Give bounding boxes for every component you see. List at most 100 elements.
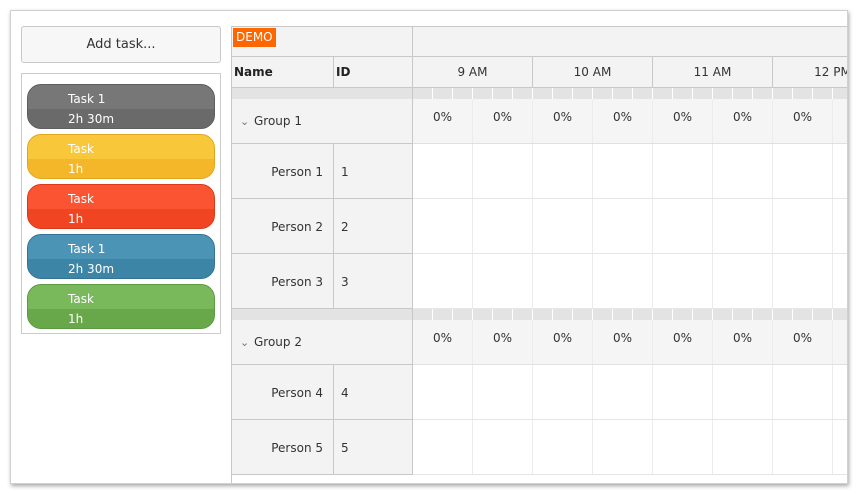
group-load-row: 0% 0% 0% 0% 0% 0% 0% — [413, 320, 847, 365]
group-load-row: 0% 0% 0% 0% 0% 0% 0% — [413, 99, 847, 144]
group-row-header[interactable]: ⌄ Group 1 — [232, 99, 413, 144]
separator-cell — [573, 309, 593, 320]
app-window: Add task... Task 1 2h 30m Task 1h Task 1h Task… — [10, 10, 848, 484]
resource-name: Person 3 — [232, 254, 334, 309]
resource-name: Person 1 — [232, 144, 334, 199]
separator-cell — [713, 309, 733, 320]
resource-timeline-row[interactable] — [413, 199, 847, 254]
separator-cell — [693, 309, 713, 320]
separator-cell — [493, 88, 513, 99]
separator-cell — [433, 88, 453, 99]
draggable-task[interactable]: Task 1 2h 30m — [27, 84, 215, 129]
separator-cell — [793, 309, 813, 320]
task-name: Task 1 — [28, 85, 214, 109]
resource-id: 3 — [334, 254, 413, 309]
separator-cell — [473, 88, 493, 99]
task-duration: 1h — [28, 309, 214, 328]
group-name-label: Group 2 — [254, 335, 302, 349]
load-percentage: 0% — [773, 320, 833, 364]
task-name: Task — [28, 285, 214, 309]
separator-cell — [833, 88, 847, 99]
separator-cell — [653, 88, 673, 99]
demo-badge: DEMO — [233, 28, 276, 47]
separator-cell — [633, 88, 653, 99]
separator-cell — [793, 88, 813, 99]
resource-name: Person 5 — [232, 420, 334, 475]
load-percentage: 0% — [653, 99, 713, 143]
load-percentage: 0% — [713, 99, 773, 143]
separator-cell — [413, 88, 433, 99]
separator-cell — [533, 309, 553, 320]
separator-cell — [713, 88, 733, 99]
separator-cell — [413, 309, 433, 320]
load-percentage: 0% — [593, 99, 653, 143]
separator-cell — [813, 88, 833, 99]
load-percentage: 0% — [533, 99, 593, 143]
resource-name: Person 4 — [232, 365, 334, 420]
resource-timeline-row[interactable] — [413, 144, 847, 199]
time-header-cell: 10 AM — [533, 57, 653, 88]
draggable-task[interactable]: Task 1h — [27, 134, 215, 179]
time-header-cell: 11 AM — [653, 57, 773, 88]
load-percentage: 0% — [533, 320, 593, 364]
separator-cell — [693, 88, 713, 99]
load-percentage: 0% — [593, 320, 653, 364]
resource-timeline-row[interactable] — [413, 365, 847, 420]
resource-id: 1 — [334, 144, 413, 199]
resource-timeline-row[interactable] — [413, 254, 847, 309]
separator-cell — [613, 88, 633, 99]
separator-cell — [653, 309, 673, 320]
separator-cell — [593, 309, 613, 320]
separator-cell — [813, 309, 833, 320]
task-duration: 1h — [28, 159, 214, 178]
separator-cell — [453, 309, 473, 320]
draggable-task[interactable]: Task 1h — [27, 184, 215, 229]
separator-cell — [513, 88, 533, 99]
separator-cell — [593, 88, 613, 99]
separator-cell — [773, 309, 793, 320]
add-task-button[interactable]: Add task... — [21, 26, 221, 63]
separator-cell — [773, 88, 793, 99]
separator-cell — [433, 309, 453, 320]
scheduler-corner: DEMO — [232, 27, 413, 57]
draggable-task[interactable]: Task 1 2h 30m — [27, 234, 215, 279]
draggable-task[interactable]: Task 1h — [27, 284, 215, 329]
separator-cell — [673, 309, 693, 320]
group-separator — [232, 309, 413, 320]
separator-cell — [453, 88, 473, 99]
load-percentage: 0% — [473, 99, 533, 143]
task-list: Task 1 2h 30m Task 1h Task 1h Task 1 2h 30m Task… — [21, 73, 221, 334]
separator-cell — [833, 309, 847, 320]
group-name-label: Group 1 — [254, 114, 302, 128]
task-duration: 2h 30m — [28, 109, 214, 128]
separator-cell — [733, 309, 753, 320]
time-header-cell: 12 PM — [773, 57, 847, 88]
task-name: Task — [28, 135, 214, 159]
timeline-top-header — [413, 27, 847, 57]
task-duration: 1h — [28, 209, 214, 228]
time-header-cell: 9 AM — [413, 57, 533, 88]
separator-cell — [753, 88, 773, 99]
separator-cell — [553, 88, 573, 99]
separator-cell — [573, 88, 593, 99]
load-percentage: 0% — [413, 99, 473, 143]
chevron-down-icon[interactable]: ⌄ — [240, 336, 254, 349]
resource-timeline-row[interactable] — [413, 420, 847, 475]
separator-cell — [613, 309, 633, 320]
group-separator — [232, 88, 413, 99]
scheduler: DEMO Name ID 9 AM 10 AM 11 AM 12 PM ⌄ Group … — [231, 26, 847, 483]
column-header-id[interactable]: ID — [334, 57, 413, 88]
column-header-name[interactable]: Name — [232, 57, 334, 88]
separator-cell — [493, 309, 513, 320]
separator-cell — [633, 309, 653, 320]
load-percentage: 0% — [713, 320, 773, 364]
resource-id: 2 — [334, 199, 413, 254]
resource-name: Person 2 — [232, 199, 334, 254]
separator-cell — [753, 309, 773, 320]
separator-cell — [513, 309, 533, 320]
group-row-header[interactable]: ⌄ Group 2 — [232, 320, 413, 365]
chevron-down-icon[interactable]: ⌄ — [240, 115, 254, 128]
resource-id: 4 — [334, 365, 413, 420]
task-duration: 2h 30m — [28, 259, 214, 278]
resource-id: 5 — [334, 420, 413, 475]
